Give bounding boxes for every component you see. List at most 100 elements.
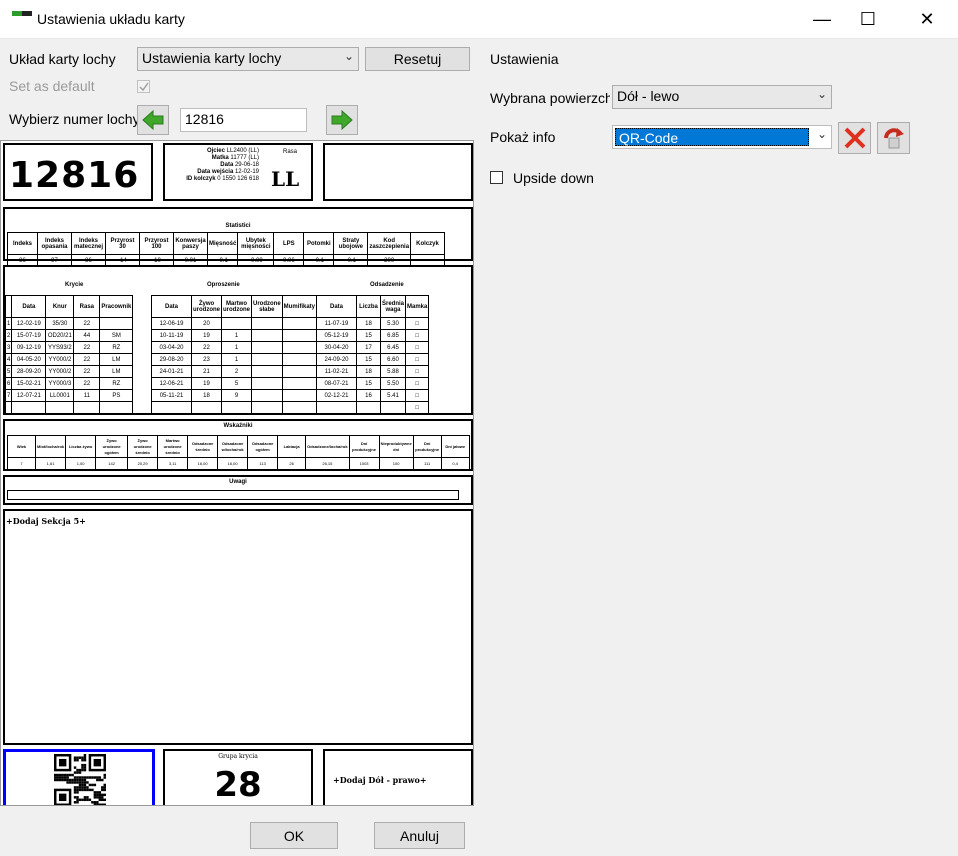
upside-down-checkbox[interactable] bbox=[490, 171, 503, 184]
set-default-checkbox[interactable] bbox=[137, 80, 150, 93]
table-cell: 30-04-20 bbox=[316, 341, 357, 354]
table-header-cell: Średnia waga bbox=[379, 295, 407, 318]
maximize-button[interactable]: ☐ bbox=[845, 0, 891, 39]
table-cell: 03-04-20 bbox=[151, 341, 192, 354]
table-header-cell: Wiek bbox=[7, 435, 36, 458]
qr-module bbox=[71, 773, 74, 777]
qr-module bbox=[86, 798, 89, 802]
card-section-5[interactable]: +Dodaj Sekcja 5+ bbox=[3, 509, 473, 745]
reset-button[interactable]: Resetuj bbox=[365, 47, 470, 71]
qr-module bbox=[73, 801, 77, 804]
qr-module bbox=[73, 781, 77, 784]
table-header-cell: Miot/locha/rok bbox=[34, 435, 67, 458]
table-row: 3 09-12-19 YYS93/2 22 RZ bbox=[4, 341, 134, 354]
close-icon: ✕ bbox=[919, 9, 935, 29]
table-cell bbox=[281, 365, 318, 378]
close-button[interactable]: ✕ bbox=[904, 0, 950, 39]
table-header-cell: Kod zaszczepienia bbox=[367, 232, 412, 255]
move-label: Data wejścia bbox=[197, 169, 234, 175]
table-header-cell: Przyrost 30 bbox=[105, 232, 140, 255]
table-cell: 08-07-21 bbox=[316, 377, 357, 390]
card-top-right[interactable] bbox=[323, 143, 473, 201]
layout-select[interactable]: Ustawienia karty lochy ⌄ bbox=[137, 47, 359, 71]
table-header-cell: Dni produkcyjne bbox=[412, 435, 442, 458]
qr-module bbox=[101, 778, 104, 782]
app-icon bbox=[12, 11, 32, 17]
card-bottom-left-selected[interactable] bbox=[3, 749, 155, 805]
date-value: 29-06-18 bbox=[234, 162, 259, 168]
qr-module bbox=[93, 758, 102, 767]
qr-module bbox=[56, 773, 59, 777]
table-header-cell: LPS bbox=[273, 232, 305, 255]
qr-module bbox=[78, 756, 82, 759]
notes-title: Uwagi bbox=[229, 479, 247, 485]
qr-module bbox=[98, 798, 102, 802]
table-header-cell: Knur bbox=[45, 295, 75, 318]
qr-module bbox=[76, 796, 79, 799]
card-results-section[interactable]: Wskaźniki Wiek Miot/locha/rok Liczba żywo Ż… bbox=[3, 419, 473, 471]
table-cell bbox=[250, 329, 283, 342]
table-cell: 18 bbox=[191, 389, 222, 402]
qr-module bbox=[54, 776, 57, 779]
table-header-cell: Data bbox=[316, 295, 357, 318]
settings-title: Ustawienia bbox=[490, 51, 559, 67]
table-cell: 11-07-19 bbox=[316, 317, 357, 330]
sow-number-input[interactable]: 12816 bbox=[180, 108, 307, 132]
table-cell: 5.88 bbox=[379, 365, 407, 378]
table-cell bbox=[250, 401, 283, 414]
stats-table: Indeks Indeks opasania Indeks matecznej Prz… bbox=[7, 232, 446, 267]
card-bottom-right[interactable]: +Dodaj Dół - prawo+ bbox=[323, 749, 473, 805]
add-section-5-text: +Dodaj Sekcja 5+ bbox=[6, 516, 86, 526]
mother-value: 11777 (LL) bbox=[230, 155, 259, 161]
qr-module bbox=[93, 783, 97, 787]
surface-label: Wybrana powierzchnia bbox=[490, 90, 610, 106]
father-label: Ojciec bbox=[206, 148, 225, 154]
card-stats-section[interactable]: Statistici Indeks Indeks opasania Indeks m… bbox=[3, 207, 473, 267]
qr-module bbox=[78, 788, 82, 792]
table-cell bbox=[250, 341, 283, 354]
table-header-cell: Dni jałowe bbox=[440, 435, 470, 458]
table-cell: 22 bbox=[73, 365, 101, 378]
info-select[interactable]: QR-Code ⌄ bbox=[612, 125, 832, 149]
qr-module bbox=[101, 788, 104, 792]
table-cell: 02-12-21 bbox=[316, 389, 357, 402]
cancel-button[interactable]: Anuluj bbox=[374, 822, 465, 849]
table-cell bbox=[11, 401, 47, 414]
qr-module bbox=[81, 788, 84, 792]
rotate-info-button[interactable] bbox=[877, 122, 910, 154]
qr-module bbox=[54, 773, 57, 777]
qr-module bbox=[76, 801, 79, 804]
qr-module bbox=[71, 778, 74, 782]
add-bottom-right-text: +Dodaj Dół - prawo+ bbox=[333, 775, 427, 785]
qr-module bbox=[78, 783, 82, 787]
minimize-button[interactable]: — bbox=[799, 0, 845, 39]
table-cell: 29-08-20 bbox=[151, 353, 192, 366]
card-top-left[interactable]: 12816 bbox=[3, 143, 153, 201]
table-header-cell: Laktacja bbox=[277, 435, 307, 458]
title-bar: Ustawienia układu karty — ☐ ✕ bbox=[0, 0, 958, 39]
farrowing-table: Data Żywo urodzone Martwo urodzone Urodzone… bbox=[151, 295, 318, 414]
card-top-center[interactable]: Ojciec LL2400 (LL) Matka 11777 (LL) Data… bbox=[163, 143, 313, 201]
table-header-cell: Liczba bbox=[356, 295, 381, 318]
table-row: 24-01-21 21 2 bbox=[151, 365, 318, 378]
card-notes-section[interactable]: Uwagi bbox=[3, 475, 473, 505]
table-cell: 111 bbox=[412, 457, 442, 470]
qr-module bbox=[83, 781, 87, 784]
qr-module bbox=[98, 778, 102, 782]
surface-select[interactable]: Dół - lewo ⌄ bbox=[612, 85, 832, 109]
card-history-section[interactable]: Krycie Oproszenie Odsadzenie Data Knur Ras… bbox=[3, 265, 473, 415]
qr-module bbox=[73, 771, 77, 774]
table-cell: 142 bbox=[95, 457, 129, 470]
table-cell: 2 bbox=[220, 365, 252, 378]
qr-module bbox=[96, 793, 99, 797]
card-bottom-center[interactable]: Grupa krycia 28 bbox=[163, 749, 313, 805]
table-row: 7 1,61 1,00 142 20,29 3,11 16,00 16,00 113 26 26,1… bbox=[7, 457, 470, 470]
ok-button[interactable]: OK bbox=[250, 822, 338, 849]
table-row: 1 12-02-19 35/30 22 bbox=[4, 317, 134, 330]
table-cell: 05-12-19 bbox=[316, 329, 357, 342]
table-cell: 1 bbox=[220, 341, 252, 354]
previous-sow-button[interactable] bbox=[137, 105, 169, 135]
delete-info-button[interactable] bbox=[838, 122, 871, 154]
breed-label: Rasa bbox=[283, 149, 298, 155]
next-sow-button[interactable] bbox=[326, 105, 358, 135]
